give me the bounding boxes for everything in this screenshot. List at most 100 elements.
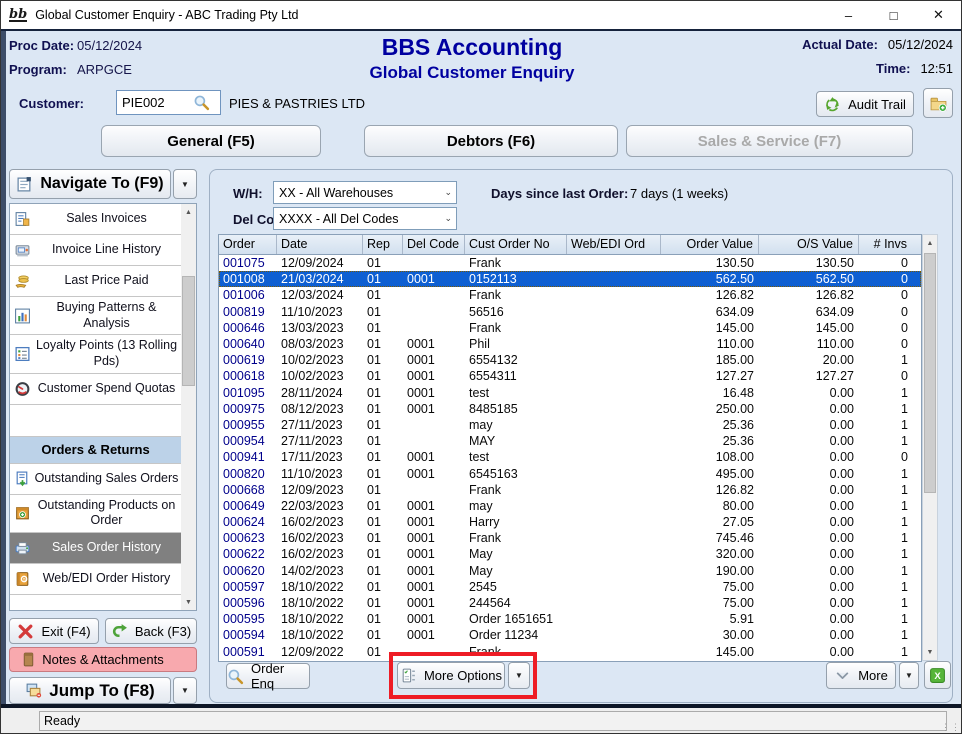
sidebar-item-loyalty-points-13-rolling-pds[interactable]: Loyalty Points (13 Rolling Pds) <box>10 335 181 373</box>
audit-trail-button[interactable]: Audit Trail <box>816 91 914 117</box>
del-code-select[interactable]: XXXX - All Del Codes ⌄ <box>273 207 457 230</box>
nav-scroll-thumb[interactable] <box>182 276 195 386</box>
cell-date: 16/02/2023 <box>277 531 363 545</box>
jump-to-dropdown-arrow[interactable]: ▼ <box>173 677 197 704</box>
table-row[interactable]: 00061810/02/20230100016554311127.27127.2… <box>219 368 921 384</box>
cell-order-value: 250.00 <box>661 402 759 416</box>
notes-attachments-button[interactable]: Notes & Attachments <box>9 647 197 672</box>
scroll-down-icon[interactable]: ▼ <box>181 594 196 610</box>
column-header-invs[interactable]: # Invs <box>859 235 923 254</box>
sidebar-item-web-edi-order-history[interactable]: @Web/EDI Order History <box>10 564 181 595</box>
sidebar-item-invoice-line-history[interactable]: Invoice Line History <box>10 235 181 266</box>
cell-del-code: 0001 <box>403 386 465 400</box>
cell-order: 000646 <box>219 321 277 335</box>
cell-date: 28/11/2024 <box>277 386 363 400</box>
minimize-button[interactable]: – <box>826 1 871 29</box>
column-header-order-value[interactable]: Order Value <box>661 235 759 254</box>
table-row[interactable]: 00059418/10/2022010001Order 1123430.000.… <box>219 627 921 643</box>
table-row[interactable]: 00064613/03/202301Frank145.00145.000 <box>219 320 921 336</box>
customer-code-input[interactable] <box>117 92 193 113</box>
cell-order-value: 320.00 <box>661 547 759 561</box>
table-row[interactable]: 00107512/09/202401Frank130.50130.500 <box>219 255 921 271</box>
table-row[interactable]: 00100612/03/202401Frank126.82126.820 <box>219 287 921 303</box>
column-header-del-code[interactable]: Del Code <box>403 235 465 254</box>
scroll-up-icon[interactable]: ▲ <box>181 204 196 220</box>
excel-export-button[interactable]: X <box>924 661 951 689</box>
table-row[interactable]: 00059518/10/2022010001Order 16516515.910… <box>219 611 921 627</box>
sidebar-item-outstanding-products-on-order[interactable]: Outstanding Products on Order <box>10 495 181 533</box>
maximize-button[interactable]: □ <box>871 1 916 29</box>
column-header-web-edi-ord[interactable]: Web/EDI Ord <box>567 235 661 254</box>
more-dropdown-arrow[interactable]: ▼ <box>899 662 919 689</box>
table-row[interactable]: 00059618/10/202201000124456475.000.001 <box>219 595 921 611</box>
cell-invs: 1 <box>859 483 921 497</box>
grid-scroll-thumb[interactable] <box>924 253 936 493</box>
cell-del-code: 0001 <box>403 515 465 529</box>
column-header-cust-order-no[interactable]: Cust Order No <box>465 235 567 254</box>
column-header-o-s-value[interactable]: O/S Value <box>759 235 859 254</box>
cell-o-s-value: 0.00 <box>759 386 859 400</box>
sidebar-item-sales-invoices[interactable]: Sales Invoices <box>10 204 181 235</box>
table-row[interactable]: 00095527/11/202301may25.360.001 <box>219 417 921 433</box>
warehouse-value: XX - All Warehouses <box>279 186 393 200</box>
folder-add-button[interactable] <box>923 88 953 118</box>
cell-cust-order-no: may <box>465 418 567 432</box>
order-enq-button[interactable]: Order Enq <box>226 663 310 689</box>
cell-del-code: 0001 <box>403 467 465 481</box>
table-row[interactable]: 00082011/10/20230100016545163495.000.001 <box>219 465 921 481</box>
sidebar-item-customer-spend-quotas[interactable]: Customer Spend Quotas <box>10 374 181 405</box>
close-button[interactable]: ✕ <box>916 1 961 29</box>
table-row[interactable]: 00062316/02/2023010001Frank745.460.001 <box>219 530 921 546</box>
more-button[interactable]: More <box>826 662 896 689</box>
sidebar-item-sales-order-history[interactable]: Sales Order History <box>10 533 181 564</box>
jump-to-button[interactable]: Jump To (F8) <box>9 677 171 704</box>
tab-general-f5[interactable]: General (F5) <box>101 125 321 157</box>
navigate-to-button[interactable]: Navigate To (F9) <box>9 169 171 199</box>
nav-scrollbar[interactable]: ▲ ▼ <box>181 204 196 610</box>
program-label: Program: <box>9 62 67 77</box>
warehouse-select[interactable]: XX - All Warehouses ⌄ <box>273 181 457 204</box>
column-header-rep[interactable]: Rep <box>363 235 403 254</box>
customer-code-field-wrap <box>116 90 221 115</box>
search-icon[interactable] <box>193 94 210 111</box>
grid-scrollbar[interactable]: ▲ ▼ <box>922 234 938 661</box>
column-header-date[interactable]: Date <box>277 235 363 254</box>
tab-debtors-f6[interactable]: Debtors (F6) <box>364 125 618 157</box>
table-row[interactable]: 00062014/02/2023010001May190.000.001 <box>219 563 921 579</box>
table-row[interactable]: 00081911/10/20230156516634.09634.090 <box>219 304 921 320</box>
nav-spacer <box>10 405 181 437</box>
sidebar-item-outstanding-sales-orders[interactable]: Outstanding Sales Orders <box>10 464 181 495</box>
cell-del-code: 0001 <box>403 628 465 642</box>
cell-order: 001008 <box>219 272 277 286</box>
cell-order: 000819 <box>219 305 277 319</box>
scroll-up-icon[interactable]: ▲ <box>923 235 937 251</box>
cell-order-value: 16.48 <box>661 386 759 400</box>
table-row[interactable]: 00097508/12/20230100018485185250.000.001 <box>219 401 921 417</box>
table-row[interactable]: 00064008/03/2023010001Phil110.00110.000 <box>219 336 921 352</box>
navigate-to-dropdown-arrow[interactable]: ▼ <box>173 169 197 199</box>
table-row[interactable]: 00100821/03/20240100010152113562.50562.5… <box>219 271 921 287</box>
cell-order: 000619 <box>219 353 277 367</box>
last-price-paid-icon <box>14 273 31 290</box>
table-row[interactable]: 00059112/09/202201Frank145.000.001 <box>219 644 921 660</box>
sidebar-item-buying-patterns-analysis[interactable]: Buying Patterns & Analysis <box>10 297 181 335</box>
sidebar-item-last-price-paid[interactable]: Last Price Paid <box>10 266 181 297</box>
table-row[interactable]: 00094117/11/2023010001test108.000.000 <box>219 449 921 465</box>
column-header-order[interactable]: Order <box>219 235 277 254</box>
table-row[interactable]: 00062216/02/2023010001May320.000.001 <box>219 546 921 562</box>
table-row[interactable]: 00061910/02/20230100016554132185.0020.00… <box>219 352 921 368</box>
cell-rep: 01 <box>363 612 403 626</box>
table-row[interactable]: 00095427/11/202301MAY25.360.001 <box>219 433 921 449</box>
table-row[interactable]: 00066812/09/202301Frank126.820.001 <box>219 482 921 498</box>
resize-grip-icon[interactable]: ⋮⋮ <box>941 722 961 733</box>
table-row[interactable]: 00059718/10/2022010001254575.000.001 <box>219 579 921 595</box>
back-button[interactable]: Back (F3) <box>105 618 197 644</box>
scroll-down-icon[interactable]: ▼ <box>923 644 937 660</box>
cell-order: 000954 <box>219 434 277 448</box>
table-row[interactable]: 00062416/02/2023010001Harry27.050.001 <box>219 514 921 530</box>
loyalty-points-icon <box>14 345 31 362</box>
table-row[interactable]: 00064922/03/2023010001may80.000.001 <box>219 498 921 514</box>
exit-button[interactable]: Exit (F4) <box>9 618 99 644</box>
table-row[interactable]: 00109528/11/2024010001test16.480.001 <box>219 385 921 401</box>
sidebar-item-label: Last Price Paid <box>64 273 148 289</box>
